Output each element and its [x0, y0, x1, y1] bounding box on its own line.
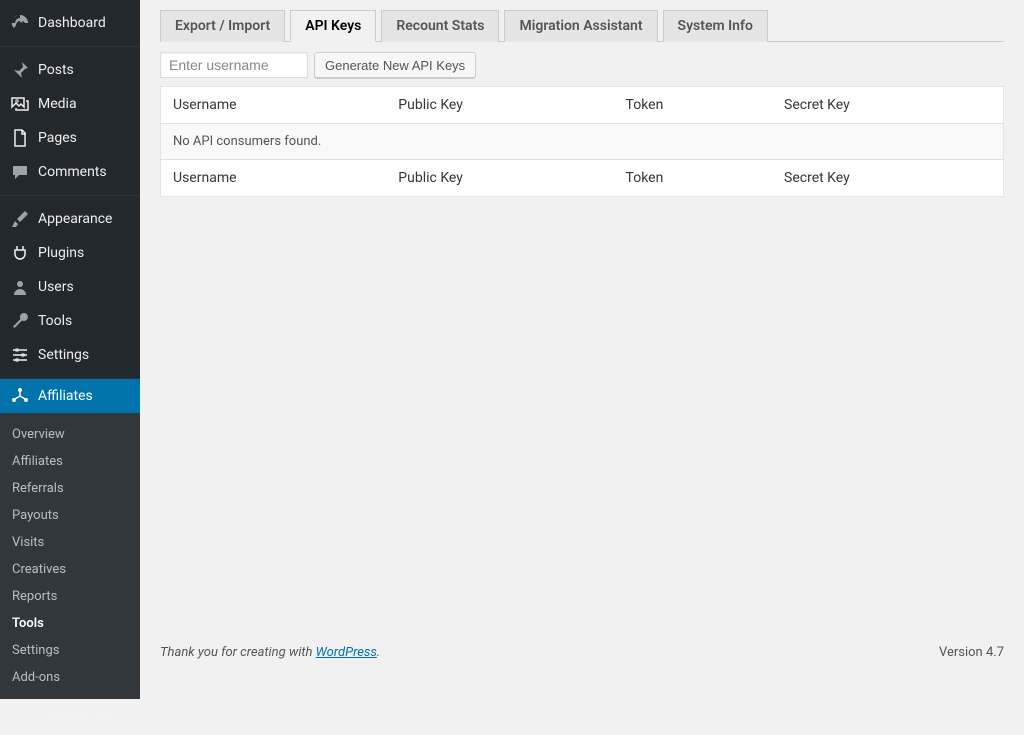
- generate-api-keys-button[interactable]: Generate New API Keys: [314, 52, 476, 78]
- col-token[interactable]: Token: [614, 87, 772, 124]
- sliders-icon: [10, 345, 30, 365]
- menu-item-media[interactable]: Media: [0, 87, 140, 121]
- empty-message: No API consumers found.: [161, 124, 1004, 160]
- network-icon: [10, 386, 30, 406]
- submenu-item-settings[interactable]: Settings: [0, 637, 140, 664]
- tab-recount-stats[interactable]: Recount Stats: [381, 10, 499, 42]
- menu-item-settings[interactable]: Settings: [0, 338, 140, 372]
- col-username[interactable]: Username: [161, 87, 387, 124]
- wordpress-link[interactable]: WordPress: [316, 645, 377, 660]
- submenu-item-addons[interactable]: Add-ons: [0, 664, 140, 691]
- media-icon: [10, 94, 30, 114]
- user-icon: [10, 277, 30, 297]
- admin-sidebar: Dashboard Posts Media Pages Comments App…: [0, 0, 140, 674]
- menu-item-plugins[interactable]: Plugins: [0, 236, 140, 270]
- menu-label: Media: [38, 96, 130, 112]
- footer-thanks-suffix: .: [377, 645, 380, 660]
- menu-group-2: Appearance Plugins Users Tools Settings: [0, 196, 140, 378]
- tab-export-import[interactable]: Export / Import: [160, 10, 285, 42]
- menu-item-dashboard[interactable]: Dashboard: [0, 6, 140, 40]
- menu-item-tools[interactable]: Tools: [0, 304, 140, 338]
- wrench-icon: [10, 311, 30, 331]
- submenu-item-visits[interactable]: Visits: [0, 529, 140, 556]
- submenu-item-overview[interactable]: Overview: [0, 421, 140, 448]
- col-secret-key[interactable]: Secret Key: [772, 160, 1003, 197]
- collapse-label: Collapse menu: [38, 710, 124, 725]
- collapse-icon: [10, 707, 30, 727]
- collapse-menu-button[interactable]: Collapse menu: [0, 699, 140, 735]
- api-keys-toolbar: Generate New API Keys: [160, 52, 1004, 78]
- menu-label: Settings: [38, 347, 130, 363]
- table-header-row: Username Public Key Token Secret Key: [161, 87, 1004, 124]
- col-username[interactable]: Username: [161, 160, 387, 197]
- dashboard-icon: [10, 13, 30, 33]
- brush-icon: [10, 209, 30, 229]
- menu-label: Appearance: [38, 211, 130, 227]
- menu-label: Pages: [38, 130, 130, 146]
- table-empty-row: No API consumers found.: [161, 124, 1004, 160]
- submenu-item-referrals[interactable]: Referrals: [0, 475, 140, 502]
- col-public-key[interactable]: Public Key: [386, 87, 613, 124]
- comment-icon: [10, 162, 30, 182]
- menu-item-pages[interactable]: Pages: [0, 121, 140, 155]
- tools-tabs: Export / Import API Keys Recount Stats M…: [160, 10, 1004, 42]
- menu-label: Posts: [38, 62, 130, 78]
- tab-system-info[interactable]: System Info: [663, 10, 768, 42]
- submenu-item-tools[interactable]: Tools: [0, 610, 140, 637]
- menu-item-appearance[interactable]: Appearance: [0, 202, 140, 236]
- api-keys-table: Username Public Key Token Secret Key No …: [160, 86, 1004, 197]
- footer-thanks: Thank you for creating with WordPress.: [160, 645, 380, 660]
- tab-migration-assistant[interactable]: Migration Assistant: [504, 10, 657, 42]
- menu-label: Plugins: [38, 245, 130, 261]
- menu-label: Comments: [38, 164, 130, 180]
- menu-label: Users: [38, 279, 130, 295]
- submenu-affiliates: Overview Affiliates Referrals Payouts Vi…: [0, 413, 140, 699]
- menu-item-affiliates[interactable]: Affiliates: [0, 379, 140, 413]
- content: Export / Import API Keys Recount Stats M…: [140, 0, 1024, 627]
- menu-label: Affiliates: [38, 388, 130, 404]
- submenu-item-payouts[interactable]: Payouts: [0, 502, 140, 529]
- col-token[interactable]: Token: [614, 160, 772, 197]
- menu-group-3: Affiliates Overview Affiliates Referrals…: [0, 379, 140, 699]
- col-public-key[interactable]: Public Key: [386, 160, 613, 197]
- pages-icon: [10, 128, 30, 148]
- pin-icon: [10, 60, 30, 80]
- submenu-item-creatives[interactable]: Creatives: [0, 556, 140, 583]
- menu-group-1: Posts Media Pages Comments: [0, 47, 140, 195]
- menu-item-comments[interactable]: Comments: [0, 155, 140, 189]
- table-footer-row: Username Public Key Token Secret Key: [161, 160, 1004, 197]
- username-input[interactable]: [160, 52, 308, 78]
- footer-thanks-prefix: Thank you for creating with: [160, 645, 316, 660]
- menu-label: Tools: [38, 313, 130, 329]
- menu-item-posts[interactable]: Posts: [0, 53, 140, 87]
- submenu-item-affiliates[interactable]: Affiliates: [0, 448, 140, 475]
- menu-label: Dashboard: [38, 15, 130, 31]
- col-secret-key[interactable]: Secret Key: [772, 87, 1003, 124]
- plug-icon: [10, 243, 30, 263]
- tab-api-keys[interactable]: API Keys: [290, 10, 376, 42]
- admin-footer: Thank you for creating with WordPress. Ve…: [140, 627, 1024, 674]
- main-area: Export / Import API Keys Recount Stats M…: [140, 0, 1024, 674]
- menu-group-0: Dashboard: [0, 0, 140, 46]
- menu-item-users[interactable]: Users: [0, 270, 140, 304]
- version-text: Version 4.7: [939, 645, 1004, 660]
- submenu-item-reports[interactable]: Reports: [0, 583, 140, 610]
